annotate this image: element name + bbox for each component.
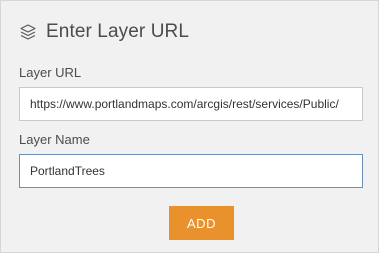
enter-layer-url-panel: Enter Layer URL Layer URL Layer Name ADD [0, 0, 379, 253]
layer-name-input[interactable] [19, 154, 363, 188]
layer-url-input[interactable] [19, 87, 363, 121]
layer-url-label: Layer URL [19, 65, 82, 80]
panel-title: Enter Layer URL [46, 21, 190, 42]
layer-name-label: Layer Name [19, 132, 90, 147]
panel-header: Enter Layer URL [19, 19, 189, 45]
add-button[interactable]: ADD [169, 206, 234, 240]
layers-icon [19, 23, 37, 41]
